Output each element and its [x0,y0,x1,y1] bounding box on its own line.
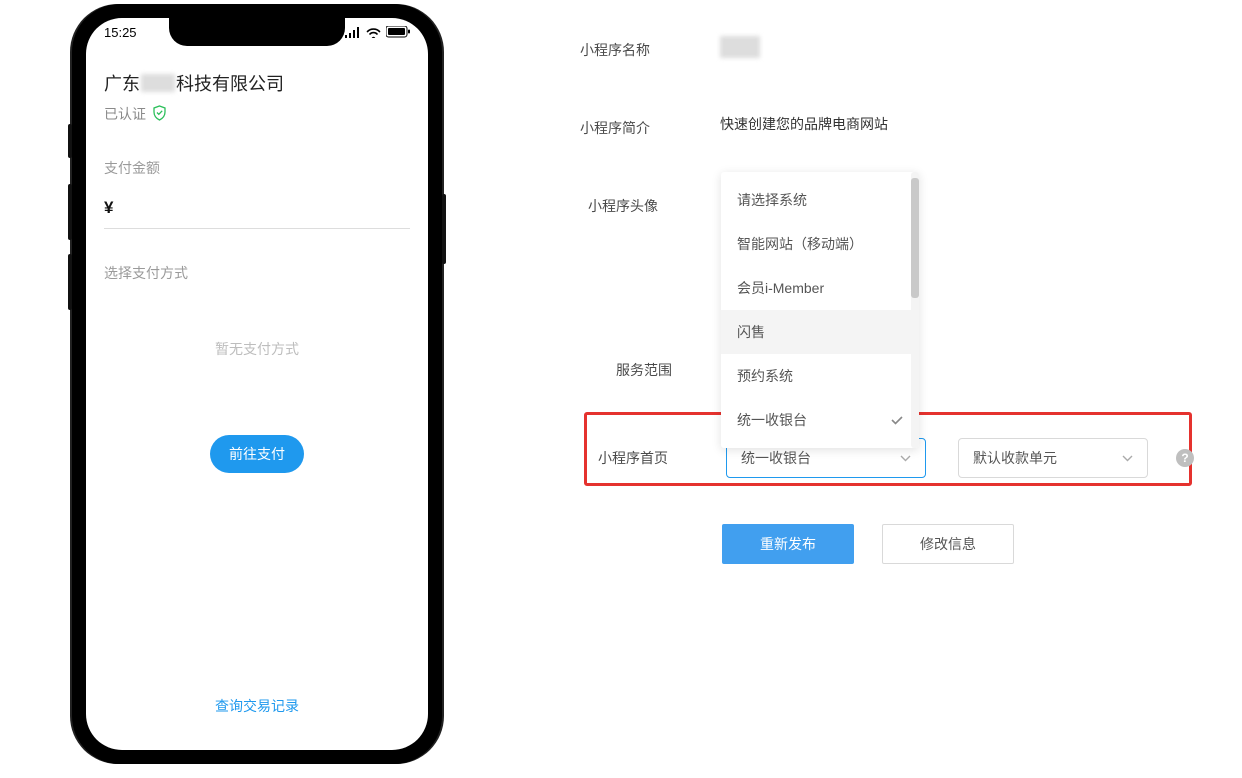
currency-symbol: ¥ [104,198,113,217]
amount-input-row[interactable]: ¥ [104,184,410,229]
homepage-unit-select[interactable]: 默认收款单元 [958,438,1148,478]
miniprogram-intro-label: 小程序简介 [580,114,720,138]
signal-icon [345,27,361,38]
dropdown-item[interactable]: 会员i-Member [721,266,919,310]
dropdown-item[interactable]: 闪售 [721,310,919,354]
query-transactions-link[interactable]: 查询交易记录 [86,696,428,716]
dropdown-item[interactable]: 统一收银台 [721,398,919,442]
amount-label: 支付金额 [104,158,410,178]
dropdown-item[interactable]: 预约系统 [721,354,919,398]
phone-notch [169,18,345,46]
wifi-icon [366,27,381,38]
dropdown-item[interactable]: 请选择系统 [721,178,919,222]
phone-side-button [442,194,446,264]
redacted-value [720,36,760,58]
redacted-text [141,74,175,92]
miniprogram-name-label: 小程序名称 [580,36,720,60]
chevron-down-icon [1122,451,1133,465]
republish-button[interactable]: 重新发布 [722,524,854,564]
service-scope-label: 服务范围 [616,360,672,380]
verified-badge: 已认证 [104,104,410,124]
phone-side-button [68,184,72,240]
chevron-down-icon [900,451,911,465]
scrollbar-thumb[interactable] [911,178,919,298]
miniprogram-avatar-label: 小程序头像 [588,196,658,216]
status-time: 15:25 [104,25,137,40]
dropdown-item[interactable]: 智能网站（移动端） [721,222,919,266]
help-icon[interactable]: ? [1176,449,1194,467]
phone-screen: 15:25 广东 科技有限公司 已认证 [86,18,428,750]
scrollbar-track[interactable] [911,172,919,448]
check-icon [891,412,903,428]
phone-side-button [68,254,72,310]
pay-button[interactable]: 前往支付 [210,435,304,473]
company-name: 广东 科技有限公司 [104,70,410,96]
phone-mockup: 15:25 广东 科技有限公司 已认证 [72,4,442,764]
shield-check-icon [152,105,167,124]
miniprogram-intro-value: 快速创建您的品牌电商网站 [720,114,888,134]
miniprogram-homepage-label: 小程序首页 [598,448,698,468]
modify-info-button[interactable]: 修改信息 [882,524,1014,564]
system-dropdown[interactable]: 请选择系统智能网站（移动端）会员i-Member闪售预约系统统一收银台 [721,172,919,448]
no-payment-text: 暂无支付方式 [104,339,410,359]
payment-method-label: 选择支付方式 [104,263,410,283]
form-area: 小程序名称 小程序简介 快速创建您的品牌电商网站 [580,36,1220,192]
battery-icon [386,26,410,38]
phone-side-button [68,124,72,158]
